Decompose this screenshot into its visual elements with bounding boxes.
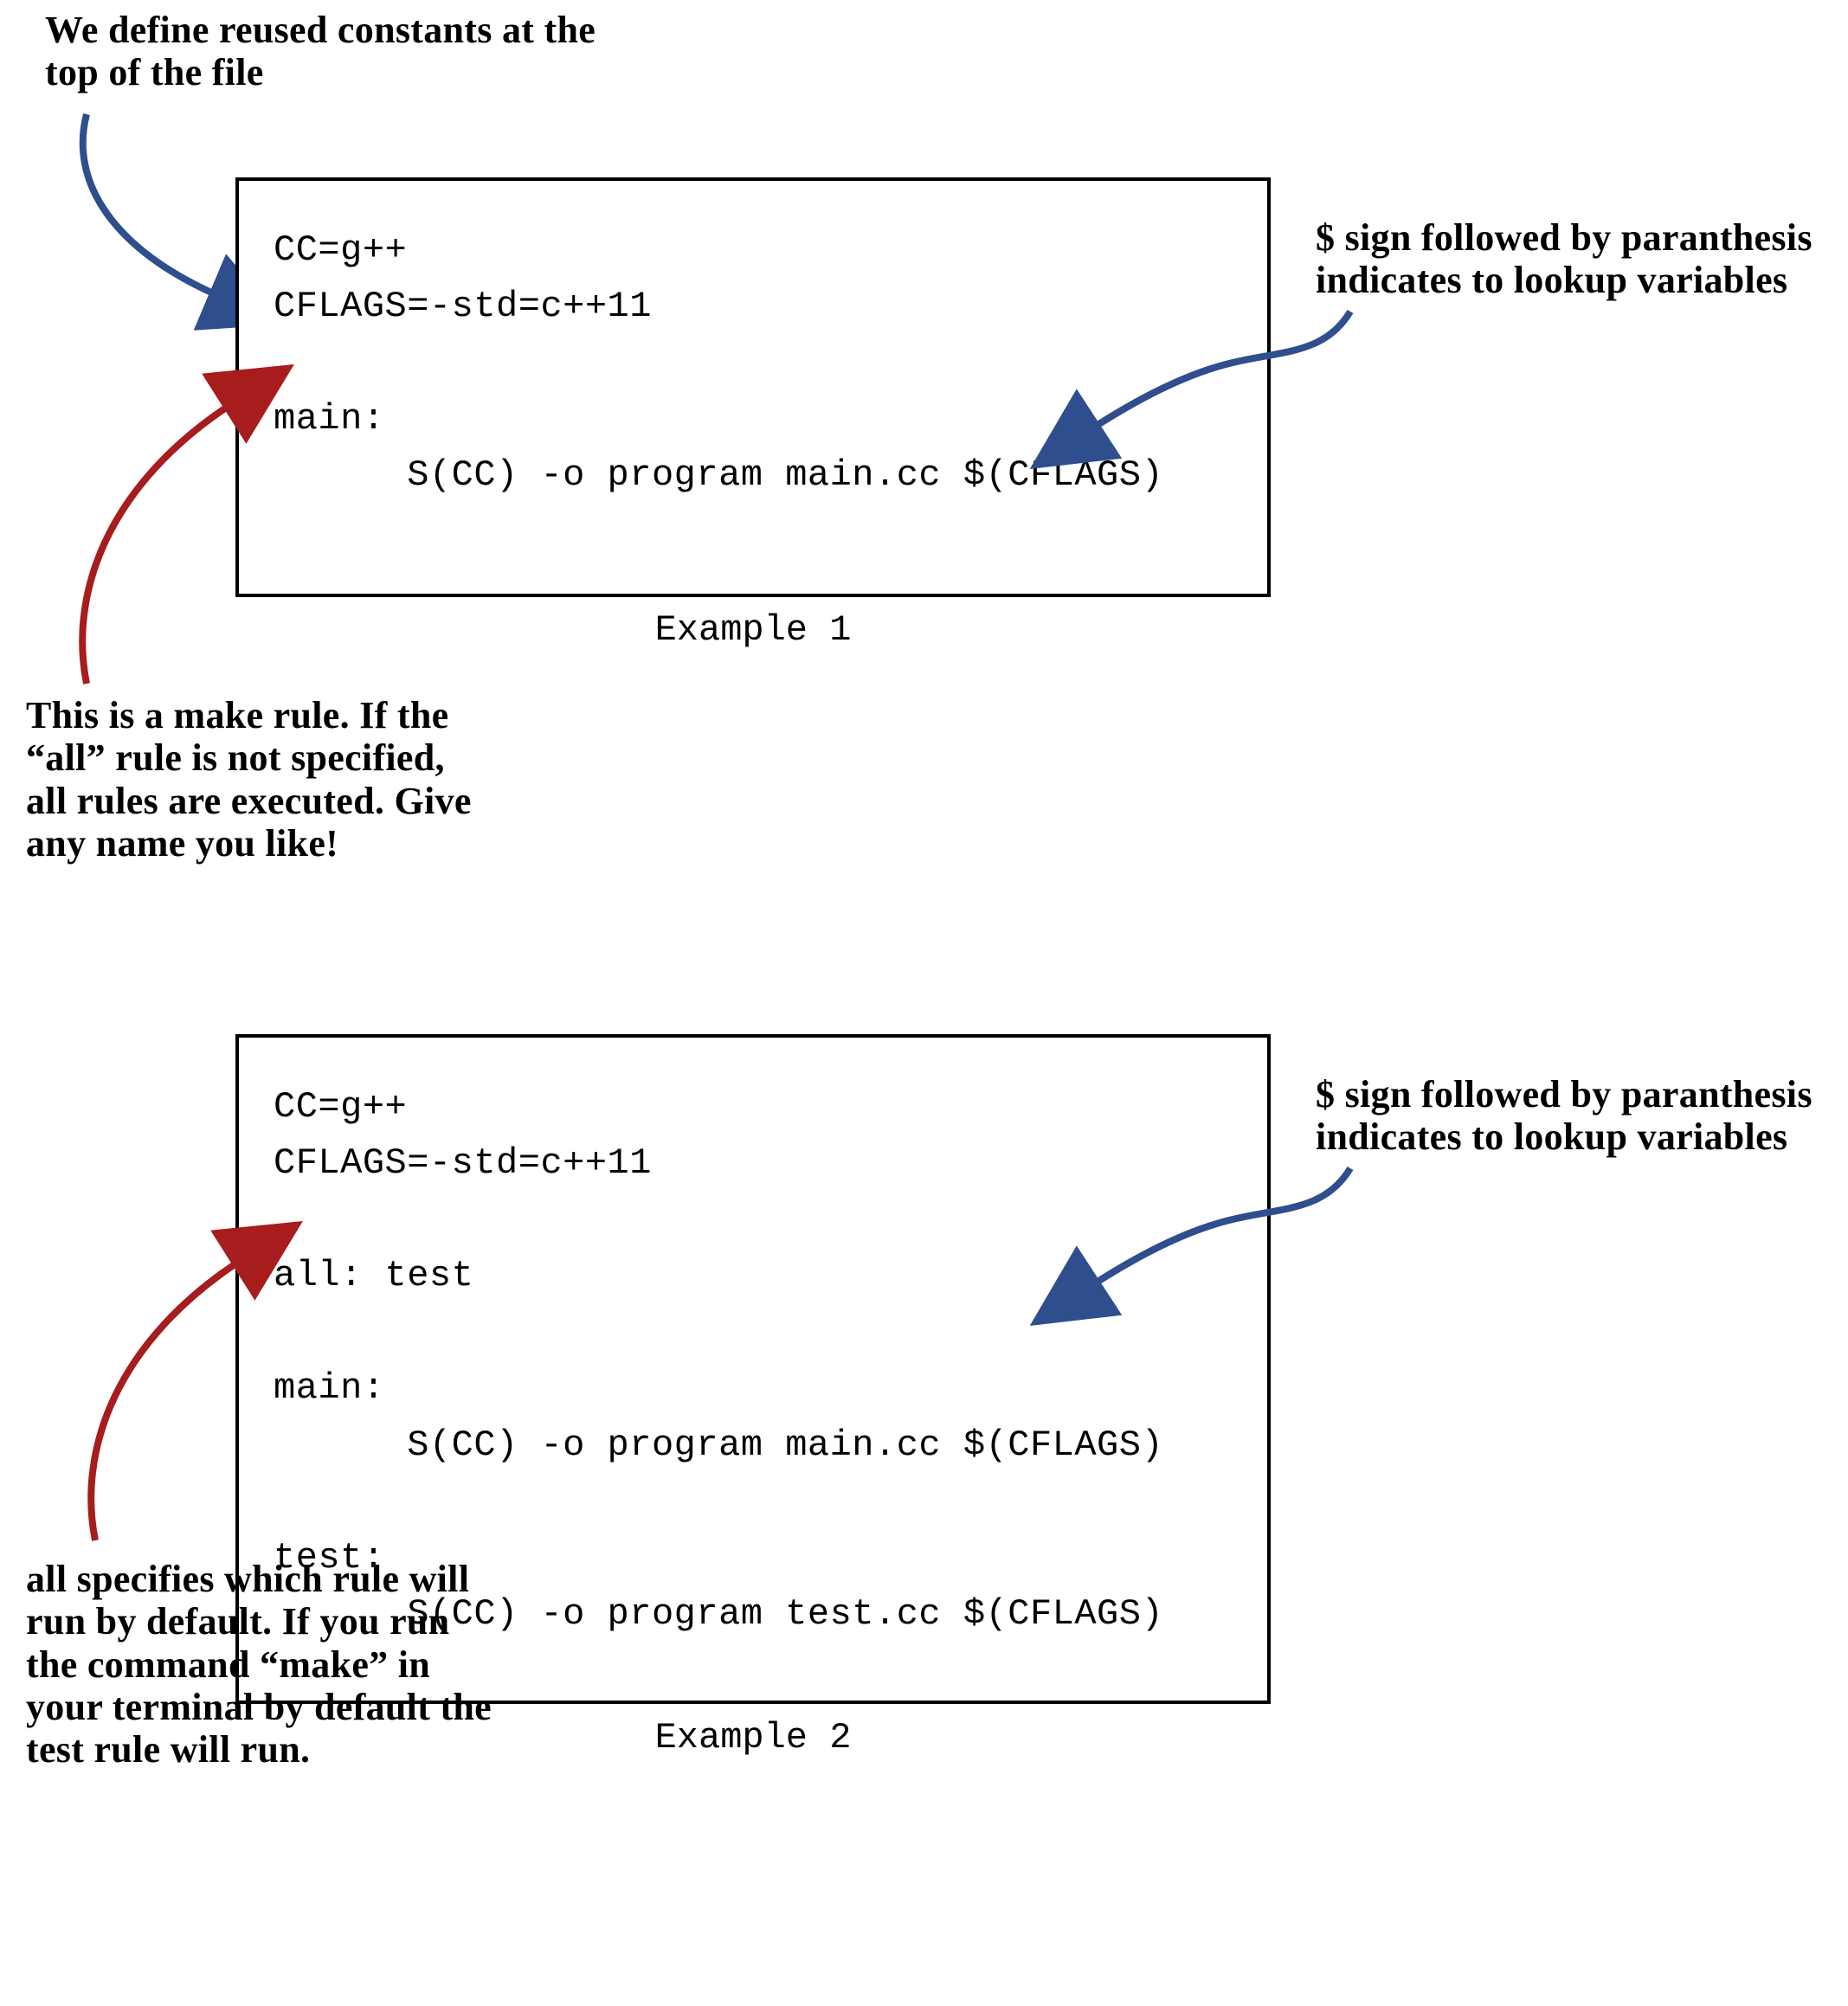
arrow-dollar-to-code-2 (1065, 1160, 1376, 1307)
annotation-dollar-2: $ sign followed by paranthesis indicates… (1316, 1073, 1818, 1159)
arrow-dollar-to-code-1 (1065, 303, 1376, 450)
annotation-all-specifies: all specifies which rule will run by def… (26, 1558, 493, 1771)
annotation-dollar-1: $ sign followed by paranthesis indicates… (1316, 216, 1818, 302)
arrow-makerule-to-main (52, 381, 277, 692)
annotation-constants: We define reused constants at the top of… (45, 9, 599, 94)
arrow-all-to-alltest (61, 1238, 286, 1549)
caption-example1: Example 1 (235, 609, 1271, 651)
annotation-make-rule: This is a make rule. If the “all” rule i… (26, 694, 485, 865)
